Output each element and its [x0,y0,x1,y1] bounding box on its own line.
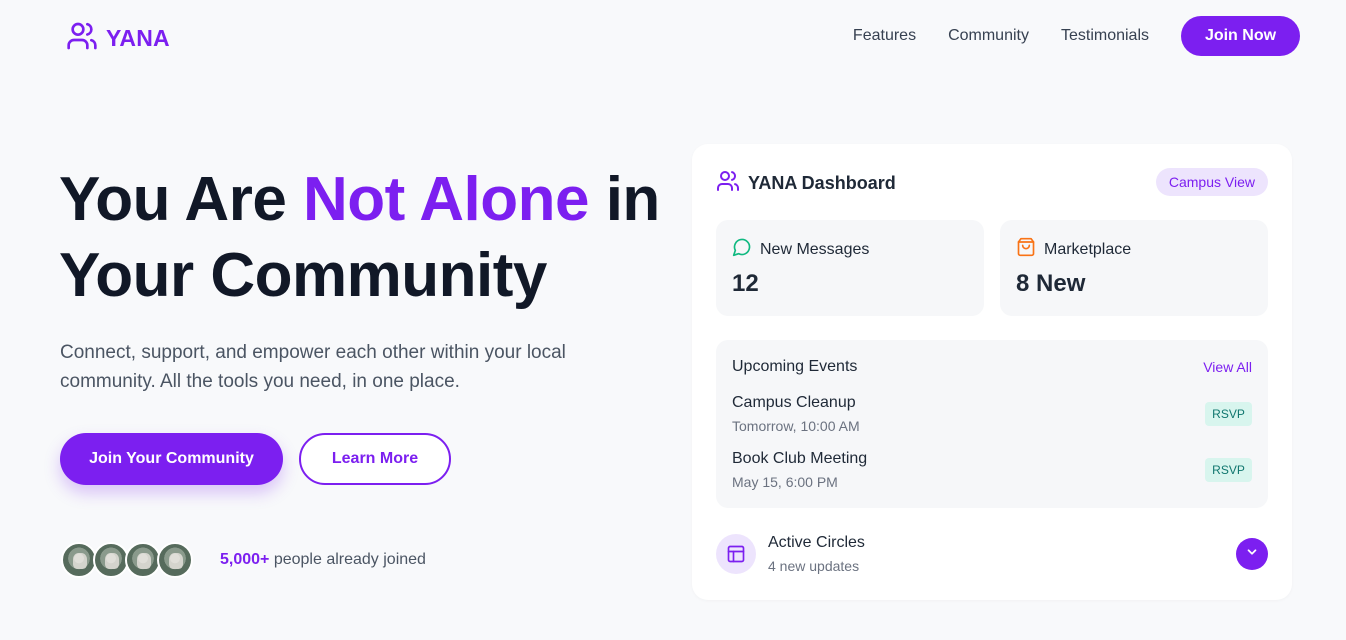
stat-label: New Messages [760,240,870,258]
rsvp-button[interactable]: RSVP [1205,402,1252,426]
joined-count: 5,000+ [220,551,270,568]
users-icon [66,20,98,57]
stat-label: Marketplace [1044,240,1132,258]
campus-view-chip[interactable]: Campus View [1155,168,1268,196]
nav-link-community[interactable]: Community [948,16,1029,56]
layout-icon [716,534,756,574]
join-community-button[interactable]: Join Your Community [60,433,283,485]
stat-label-row: New Messages [732,237,869,262]
nav-link-features[interactable]: Features [853,16,916,56]
hero-subtitle: Connect, support, and empower each other… [60,342,566,392]
circles-title: Active Circles [768,534,865,551]
hero-title-part1: You Are [59,165,304,234]
stat-value: 12 [732,270,759,297]
dashboard-card: YANA Dashboard Campus View New Messages … [692,144,1292,600]
event-item: Campus Cleanup Tomorrow, 10:00 AM RSVP [732,394,1252,438]
stat-value: 8 New [1016,270,1086,297]
brand-name: YANA [106,25,170,51]
chevron-down-icon [1245,545,1259,564]
active-circles-row[interactable]: Active Circles 4 new updates [716,532,1268,576]
stat-new-messages[interactable]: New Messages 12 [716,220,984,316]
circles-subtitle: 4 new updates [768,558,860,574]
event-time: May 15, 6:00 PM [732,474,838,490]
avatar [157,542,193,578]
upcoming-events-panel: Upcoming Events View All Campus Cleanup … [716,340,1268,508]
nav-link-testimonials[interactable]: Testimonials [1061,16,1149,56]
avatar [125,542,161,578]
stat-label-row: Marketplace [1016,237,1131,262]
joined-label: people already joined [269,551,426,568]
message-circle-icon [732,237,752,262]
join-now-button[interactable]: Join Now [1181,16,1300,56]
member-avatars [61,542,193,578]
dashboard-header: YANA Dashboard [716,169,896,198]
avatar [61,542,97,578]
event-time: Tomorrow, 10:00 AM [732,418,860,434]
shopping-bag-icon [1016,237,1036,262]
event-name: Campus Cleanup [732,394,856,411]
event-item: Book Club Meeting May 15, 6:00 PM RSVP [732,450,1252,494]
avatar [93,542,129,578]
hero-title-accent: Not Alone [303,165,589,234]
learn-more-button[interactable]: Learn More [299,433,451,485]
hero-title: You Are Not Alone in Your Community [59,162,699,314]
event-name: Book Club Meeting [732,450,868,467]
dashboard-title: YANA Dashboard [748,173,896,193]
brand-logo[interactable]: YANA [66,20,170,57]
joined-count-text: 5,000+ people already joined [220,551,426,569]
rsvp-button[interactable]: RSVP [1205,458,1252,482]
events-title: Upcoming Events [732,358,858,375]
users-icon [716,169,740,198]
stat-marketplace[interactable]: Marketplace 8 New [1000,220,1268,316]
main-nav: Features Community Testimonials Join Now [853,16,1300,56]
view-all-link[interactable]: View All [1203,359,1252,375]
site-header: YANA Features Community Testimonials Joi… [0,0,1346,72]
expand-button[interactable] [1236,538,1268,570]
